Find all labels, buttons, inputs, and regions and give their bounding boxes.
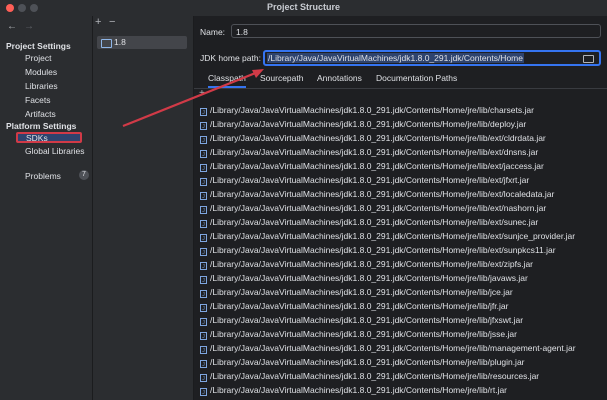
jar-icon: J <box>200 360 207 368</box>
jar-icon: J <box>200 318 207 326</box>
jar-icon: J <box>200 220 207 228</box>
list-item[interactable]: J/Library/Java/JavaVirtualMachines/jdk1.… <box>200 187 554 201</box>
jar-icon: J <box>200 388 207 396</box>
list-item[interactable]: J/Library/Java/JavaVirtualMachines/jdk1.… <box>200 131 546 145</box>
forward-arrow-icon[interactable]: → <box>24 21 34 32</box>
jar-icon: J <box>200 346 207 354</box>
tab-annotations[interactable]: Annotations <box>317 73 362 83</box>
add-icon[interactable]: + <box>95 16 101 28</box>
browse-folder-icon[interactable] <box>583 55 594 63</box>
sidebar-item-project[interactable]: Project <box>25 53 51 63</box>
sdk-detail-panel: Name: 1.8 JDK home path: /Library/Java/J… <box>194 16 607 400</box>
list-item[interactable]: J/Library/Java/JavaVirtualMachines/jdk1.… <box>200 243 556 257</box>
jar-icon: J <box>200 192 207 200</box>
list-item[interactable]: J/Library/Java/JavaVirtualMachines/jdk1.… <box>200 271 528 285</box>
sidebar-item-sdks[interactable]: SDKs <box>16 132 82 143</box>
list-item[interactable]: J/Library/Java/JavaVirtualMachines/jdk1.… <box>200 201 546 215</box>
jar-icon: J <box>200 150 207 158</box>
tab-classpath[interactable]: Classpath <box>208 73 246 88</box>
settings-sidebar: ← → Project Settings Project Modules Lib… <box>0 16 93 400</box>
jar-icon: J <box>200 178 207 186</box>
sdk-list-panel: + − 1.8 <box>93 16 194 400</box>
sidebar-item-facets[interactable]: Facets <box>25 95 51 105</box>
jdk-home-label: JDK home path: <box>200 53 261 63</box>
jar-icon: J <box>200 248 207 256</box>
jdk-home-path-field[interactable]: /Library/Java/JavaVirtualMachines/jdk1.8… <box>263 50 601 66</box>
sidebar-item-global-libraries[interactable]: Global Libraries <box>25 146 85 156</box>
project-settings-header: Project Settings <box>6 41 71 51</box>
list-item[interactable]: J/Library/Java/JavaVirtualMachines/jdk1.… <box>200 369 539 383</box>
jar-icon: J <box>200 206 207 214</box>
name-value: 1.8 <box>236 27 248 37</box>
jar-icon: J <box>200 290 207 298</box>
list-item[interactable]: J/Library/Java/JavaVirtualMachines/jdk1.… <box>200 341 576 355</box>
jar-icon: J <box>200 234 207 242</box>
tab-bar: Classpath Sourcepath Annotations Documen… <box>194 70 607 89</box>
add-path-icon[interactable]: + <box>199 88 205 99</box>
list-item[interactable]: J/Library/Java/JavaVirtualMachines/jdk1.… <box>200 103 534 117</box>
list-item[interactable]: J/Library/Java/JavaVirtualMachines/jdk1.… <box>200 159 544 173</box>
list-item[interactable]: J/Library/Java/JavaVirtualMachines/jdk1.… <box>200 173 529 187</box>
name-field[interactable]: 1.8 <box>231 24 601 38</box>
tab-sourcepath[interactable]: Sourcepath <box>260 73 303 83</box>
jar-icon: J <box>200 136 207 144</box>
sdk-list-item[interactable]: 1.8 <box>97 36 187 49</box>
jar-icon: J <box>200 164 207 172</box>
problems-count-badge: 7 <box>79 170 89 180</box>
jar-icon: J <box>200 262 207 270</box>
folder-icon <box>101 39 112 48</box>
sdk-item-label: 1.8 <box>114 37 126 47</box>
tab-documentation-paths[interactable]: Documentation Paths <box>376 73 457 83</box>
sidebar-item-modules[interactable]: Modules <box>25 67 57 77</box>
list-item[interactable]: J/Library/Java/JavaVirtualMachines/jdk1.… <box>200 117 526 131</box>
list-item[interactable]: J/Library/Java/JavaVirtualMachines/jdk1.… <box>200 145 538 159</box>
jar-icon: J <box>200 304 207 312</box>
platform-settings-header: Platform Settings <box>6 121 77 131</box>
remove-icon[interactable]: − <box>109 16 115 28</box>
list-item[interactable]: J/Library/Java/JavaVirtualMachines/jdk1.… <box>200 313 523 327</box>
list-item[interactable]: J/Library/Java/JavaVirtualMachines/jdk1.… <box>200 355 525 369</box>
jar-icon: J <box>200 276 207 284</box>
window-title: Project Structure <box>266 2 341 12</box>
list-item[interactable]: J/Library/Java/JavaVirtualMachines/jdk1.… <box>200 257 533 271</box>
list-item[interactable]: J/Library/Java/JavaVirtualMachines/jdk1.… <box>200 285 513 299</box>
sidebar-item-artifacts[interactable]: Artifacts <box>25 109 56 119</box>
jar-icon: J <box>200 108 207 116</box>
list-item[interactable]: J/Library/Java/JavaVirtualMachines/jdk1.… <box>200 327 517 341</box>
list-item[interactable]: J/Library/Java/JavaVirtualMachines/jdk1.… <box>200 383 507 397</box>
jar-icon: J <box>200 122 207 130</box>
sidebar-item-libraries[interactable]: Libraries <box>25 81 58 91</box>
list-item[interactable]: J/Library/Java/JavaVirtualMachines/jdk1.… <box>200 299 508 313</box>
jdk-home-path-value: /Library/Java/JavaVirtualMachines/jdk1.8… <box>267 53 524 63</box>
list-item[interactable]: J/Library/Java/JavaVirtualMachines/jdk1.… <box>200 215 538 229</box>
title-bar: Project Structure <box>0 0 607 17</box>
name-label: Name: <box>200 27 226 37</box>
jar-icon: J <box>200 374 207 382</box>
sidebar-item-problems[interactable]: Problems <box>25 171 61 181</box>
back-arrow-icon[interactable]: ← <box>7 21 17 32</box>
jar-icon: J <box>200 332 207 340</box>
list-item[interactable]: J/Library/Java/JavaVirtualMachines/jdk1.… <box>200 229 575 243</box>
